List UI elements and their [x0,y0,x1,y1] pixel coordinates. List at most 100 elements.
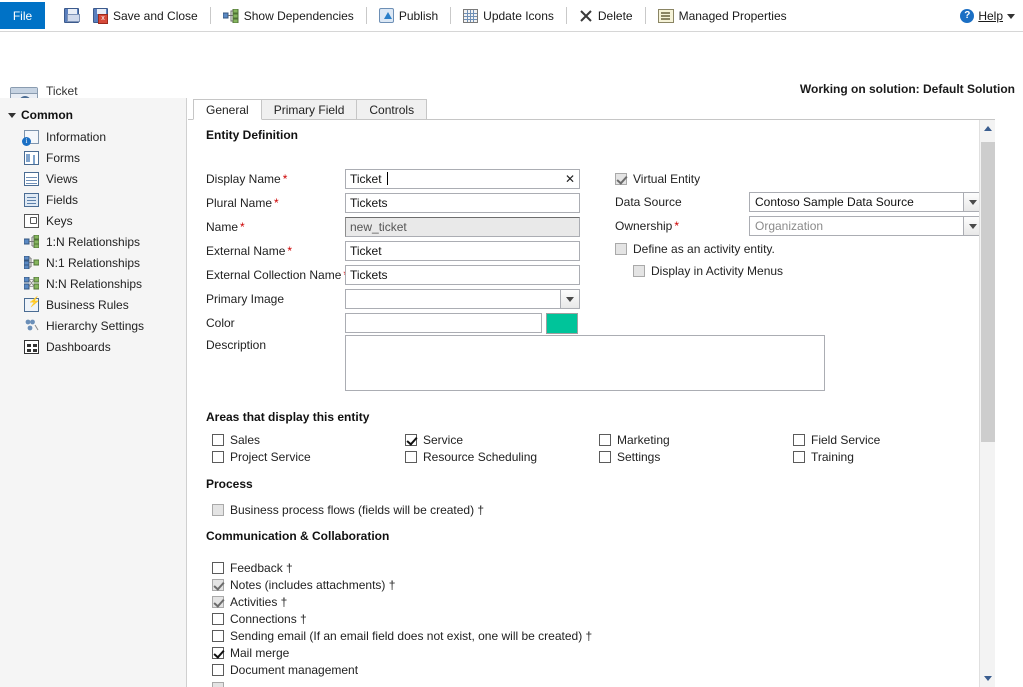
toolbar-separator [566,7,567,24]
file-menu-button[interactable]: File [0,2,45,29]
sidebar-item-label: Keys [46,214,73,228]
scrollbar-thumb[interactable] [981,142,995,442]
managed-properties-button[interactable]: Managed Properties [651,3,794,29]
show-dependencies-label: Show Dependencies [244,9,354,23]
managed-properties-icon [658,9,674,23]
area-training-checkbox[interactable] [793,451,805,463]
required-indicator: * [674,219,679,233]
area-project-service-checkbox[interactable] [212,451,224,463]
notes-checkbox[interactable] [212,579,224,591]
activity-menus-checkbox[interactable] [633,265,645,277]
sidebar-item-keys[interactable]: Keys [0,210,186,231]
data-source-select[interactable]: Contoso Sample Data Source [749,192,983,212]
area-settings: Settings [599,450,660,464]
save-button[interactable] [57,3,86,29]
tab-general[interactable]: General [193,99,262,120]
save-and-close-button[interactable]: Save and Close [86,3,205,29]
one-to-many-icon [24,235,39,249]
sending-email-checkbox[interactable] [212,630,224,642]
activity-entity-row: Define as an activity entity. [615,242,775,256]
sidebar-item-hierarchy-settings[interactable]: Hierarchy Settings [0,315,186,336]
update-icons-button[interactable]: Update Icons [456,3,561,29]
primary-image-select[interactable] [345,289,580,309]
vertical-scrollbar[interactable] [979,120,995,687]
publish-button[interactable]: Publish [372,3,445,29]
show-dependencies-button[interactable]: Show Dependencies [216,3,361,29]
virtual-entity-row: Virtual Entity [615,172,700,186]
external-name-input[interactable] [345,241,580,261]
sidebar-item-dashboards[interactable]: Dashboards [0,336,186,357]
comm-label: Document management [230,663,358,677]
clear-display-name-icon[interactable]: ✕ [565,172,575,186]
area-label: Sales [230,433,260,447]
tab-primary-field[interactable]: Primary Field [261,99,358,120]
data-source-value: Contoso Sample Data Source [755,195,914,209]
comm-feedback-row: Feedback † [212,561,293,575]
area-settings-checkbox[interactable] [599,451,611,463]
ownership-label: Ownership [615,219,672,233]
many-to-one-icon [24,256,39,270]
plural-name-input[interactable] [345,193,580,213]
description-textarea[interactable] [345,335,825,391]
document-management-checkbox[interactable] [212,664,224,676]
sidebar-item-business-rules[interactable]: Business Rules [0,294,186,315]
tab-controls[interactable]: Controls [356,99,427,120]
virtual-entity-checkbox[interactable] [615,173,627,185]
feedback-checkbox[interactable] [212,562,224,574]
entity-definition-heading: Entity Definition [206,128,298,142]
external-collection-name-input[interactable] [345,265,580,285]
connections-checkbox[interactable] [212,613,224,625]
field-color: Color [206,316,235,330]
ownership-select[interactable]: Organization [749,216,983,236]
delete-button[interactable]: Delete [572,3,640,29]
update-icons-icon [463,9,478,23]
chevron-down-icon [1007,14,1015,19]
field-external-name: External Name * [206,244,292,258]
chevron-down-icon [969,200,977,205]
managed-properties-label: Managed Properties [679,9,787,23]
area-sales-checkbox[interactable] [212,434,224,446]
required-indicator: * [240,220,245,234]
toolbar-separator [210,7,211,24]
area-field-service-checkbox[interactable] [793,434,805,446]
color-input[interactable] [345,313,542,333]
chevron-down-icon [566,297,574,302]
data-source-label: Data Source [615,195,682,209]
activities-checkbox[interactable] [212,596,224,608]
mail-merge-checkbox[interactable] [212,647,224,659]
field-description: Description [206,338,266,352]
sidebar-item-information[interactable]: Information [0,126,186,147]
sidebar-item-1n-relationships[interactable]: 1:N Relationships [0,231,186,252]
business-process-flows-checkbox[interactable] [212,504,224,516]
business-rules-icon [24,298,39,312]
virtual-entity-label: Virtual Entity [633,172,700,186]
dropdown-arrow[interactable] [560,290,579,308]
required-indicator: * [274,196,279,210]
sidebar-item-nn-relationships[interactable]: N:N Relationships [0,273,186,294]
tab-label: Primary Field [274,103,345,117]
sidebar-item-fields[interactable]: Fields [0,189,186,210]
comm-label: Activities † [230,595,287,609]
display-name-input[interactable] [345,169,580,189]
sidebar-item-n1-relationships[interactable]: N:1 Relationships [0,252,186,273]
comm-label: Connections † [230,612,307,626]
area-resource-scheduling-checkbox[interactable] [405,451,417,463]
help-button[interactable]: ? Help [960,0,1015,32]
name-input[interactable] [345,217,580,237]
sidebar-item-views[interactable]: Views [0,168,186,189]
activity-entity-checkbox[interactable] [615,243,627,255]
scroll-up-button[interactable] [980,120,995,137]
comm-label: Sending email (If an email field does no… [230,629,592,643]
scroll-down-button[interactable] [980,670,995,687]
comm-next-row-partial [212,682,224,687]
sidebar-group-common[interactable]: Common [0,106,186,126]
area-service-checkbox[interactable] [405,434,417,446]
next-option-checkbox[interactable] [212,682,224,687]
color-swatch[interactable] [546,313,578,334]
area-marketing-checkbox[interactable] [599,434,611,446]
ownership-value: Organization [755,219,823,233]
required-indicator: * [287,244,292,258]
sidebar-item-forms[interactable]: Forms [0,147,186,168]
delete-label: Delete [598,9,633,23]
communication-heading: Communication & Collaboration [206,529,389,543]
